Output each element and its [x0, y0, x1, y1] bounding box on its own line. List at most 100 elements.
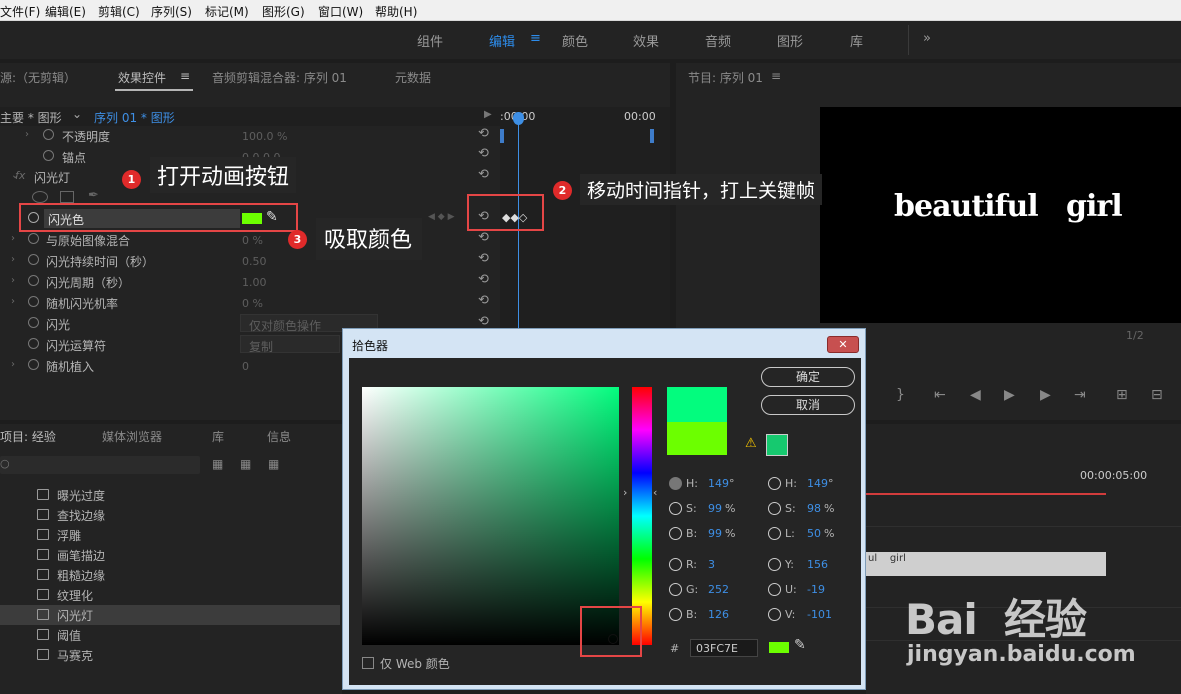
row-value[interactable]: 0 %	[242, 297, 263, 310]
workspace-color[interactable]: 颜色	[562, 31, 588, 50]
workspace-assembly[interactable]: 组件	[417, 31, 443, 50]
row-value[interactable]: 1.00	[242, 276, 267, 289]
workspace-libraries[interactable]: 库	[850, 31, 863, 50]
ok-button[interactable]: 确定	[761, 367, 855, 387]
reset-icon[interactable]: ⟲	[478, 272, 489, 287]
cancel-button[interactable]: 取消	[761, 395, 855, 415]
gamut-color-swatch[interactable]	[766, 434, 788, 456]
list-item[interactable]: 阈值	[0, 625, 340, 645]
tab-media-browser[interactable]: 媒体浏览器	[102, 428, 162, 445]
tab-effect-controls[interactable]: 效果控件	[118, 69, 166, 86]
stopwatch-icon[interactable]	[28, 233, 39, 244]
radio-hsb-b[interactable]	[669, 527, 682, 540]
menu-edit[interactable]: 编辑(E)	[45, 3, 86, 20]
step-forward-icon[interactable]: ▶	[1040, 387, 1051, 403]
value-rgb-g[interactable]: 252	[708, 583, 729, 596]
new-bin-icon[interactable]: ▦	[212, 457, 223, 471]
list-item[interactable]: 粗糙边缘	[0, 565, 340, 585]
program-menu-icon[interactable]: ≡	[771, 69, 781, 83]
go-to-out-icon[interactable]: ⇥	[1074, 387, 1086, 403]
menu-graphics[interactable]: 图形(G)	[262, 3, 305, 20]
play-icon[interactable]: ▶	[1004, 387, 1015, 403]
web-only-checkbox[interactable]	[362, 657, 374, 669]
radio-rgb-b[interactable]	[669, 608, 682, 621]
menu-file[interactable]: 文件(F)	[0, 3, 40, 20]
stopwatch-icon[interactable]	[43, 129, 54, 140]
expand-arrow-icon[interactable]: ›	[11, 275, 15, 286]
expand-arrow-icon[interactable]: ›	[11, 254, 15, 265]
rect-mask-icon[interactable]	[60, 191, 74, 203]
playhead-head[interactable]	[513, 112, 524, 125]
stopwatch-icon[interactable]	[28, 296, 39, 307]
stopwatch-icon[interactable]	[28, 338, 39, 349]
expand-arrow-icon[interactable]: ›	[11, 359, 15, 370]
mark-out-icon[interactable]: }	[896, 387, 905, 403]
workspace-more-icon[interactable]: »	[923, 31, 931, 46]
reset-icon[interactable]: ⟲	[478, 251, 489, 266]
workspace-audio[interactable]: 音频	[705, 31, 731, 50]
tab-menu-icon[interactable]: ≡	[180, 69, 190, 83]
list-item[interactable]: 曝光过度	[0, 485, 340, 505]
radio-hsb-s[interactable]	[669, 502, 682, 515]
fx-icon[interactable]: fx	[15, 169, 25, 182]
radio-hsl-l[interactable]	[768, 527, 781, 540]
keyframe-nav-icon[interactable]: ◀ ◆ ▶	[428, 212, 455, 222]
row-value[interactable]: 0 %	[242, 234, 263, 247]
expand-arrow-icon[interactable]: ›	[11, 296, 15, 307]
eyedropper-icon[interactable]: ✎	[794, 637, 806, 653]
list-item-selected[interactable]: 闪光灯	[0, 605, 340, 625]
value-hsb-b[interactable]: 99	[708, 527, 722, 540]
list-item[interactable]: 浮雕	[0, 525, 340, 545]
icon-view-icon[interactable]: ▦	[268, 457, 279, 471]
pen-mask-icon[interactable]: ✒	[88, 188, 99, 203]
menu-window[interactable]: 窗口(W)	[318, 3, 363, 20]
radio-rgb-r[interactable]	[669, 558, 682, 571]
expand-arrow-icon[interactable]: ›	[25, 129, 29, 140]
hex-input[interactable]: 03FC7E	[690, 639, 758, 657]
reset-icon[interactable]: ⟲	[478, 314, 489, 329]
list-item[interactable]: 画笔描边	[0, 545, 340, 565]
chevron-down-icon[interactable]: ⌄	[72, 107, 82, 121]
tab-info[interactable]: 信息	[267, 428, 291, 445]
path-master[interactable]: 主要 * 图形	[0, 109, 62, 126]
lift-icon[interactable]: ⊞	[1116, 387, 1128, 403]
value-hsb-h[interactable]: 149	[708, 477, 729, 490]
reset-icon[interactable]: ⟲	[478, 167, 489, 182]
stopwatch-icon[interactable]	[28, 254, 39, 265]
workspace-graphics[interactable]: 图形	[777, 31, 803, 50]
work-area-start[interactable]	[500, 129, 504, 143]
tab-audio-mixer[interactable]: 音频剪辑混合器: 序列 01	[212, 69, 347, 86]
reset-icon[interactable]: ⟲	[478, 146, 489, 161]
value-hsb-s[interactable]: 99	[708, 502, 722, 515]
value-yuv-u[interactable]: -19	[807, 583, 825, 596]
radio-yuv-u[interactable]	[768, 583, 781, 596]
radio-rgb-g[interactable]	[669, 583, 682, 596]
stopwatch-icon[interactable]	[28, 275, 39, 286]
reset-icon[interactable]: ⟲	[478, 230, 489, 245]
workspace-effects[interactable]: 效果	[633, 31, 659, 50]
list-item[interactable]: 马赛克	[0, 645, 340, 665]
value-rgb-b[interactable]: 126	[708, 608, 729, 621]
list-view-icon[interactable]: ▦	[240, 457, 251, 471]
go-to-in-icon[interactable]: ⇤	[934, 387, 946, 403]
list-item[interactable]: 纹理化	[0, 585, 340, 605]
reset-icon[interactable]: ⟲	[478, 126, 489, 141]
export-frame-icon[interactable]: ⊟	[1151, 387, 1163, 403]
step-back-icon[interactable]: ◀	[970, 387, 981, 403]
menu-marker[interactable]: 标记(M)	[205, 3, 249, 20]
value-yuv-y[interactable]: 156	[807, 558, 828, 571]
value-hsl-s[interactable]: 98	[807, 502, 821, 515]
work-area-end[interactable]	[650, 129, 654, 143]
tab-metadata[interactable]: 元数据	[395, 69, 431, 86]
close-button[interactable]: ✕	[827, 336, 859, 353]
row-value[interactable]: 0.50	[242, 255, 267, 268]
tab-source[interactable]: 源:（无剪辑）	[0, 69, 76, 86]
play-arrow-icon[interactable]: ▶	[484, 109, 492, 120]
graphics-clip[interactable]: ul girl	[866, 552, 1106, 576]
stopwatch-icon[interactable]	[43, 150, 54, 161]
ellipse-mask-icon[interactable]	[32, 191, 48, 203]
list-item[interactable]: 查找边缘	[0, 505, 340, 525]
program-tab[interactable]: 节目: 序列 01	[688, 69, 763, 86]
value-hsl-h[interactable]: 149	[807, 477, 828, 490]
radio-hsl-h[interactable]	[768, 477, 781, 490]
